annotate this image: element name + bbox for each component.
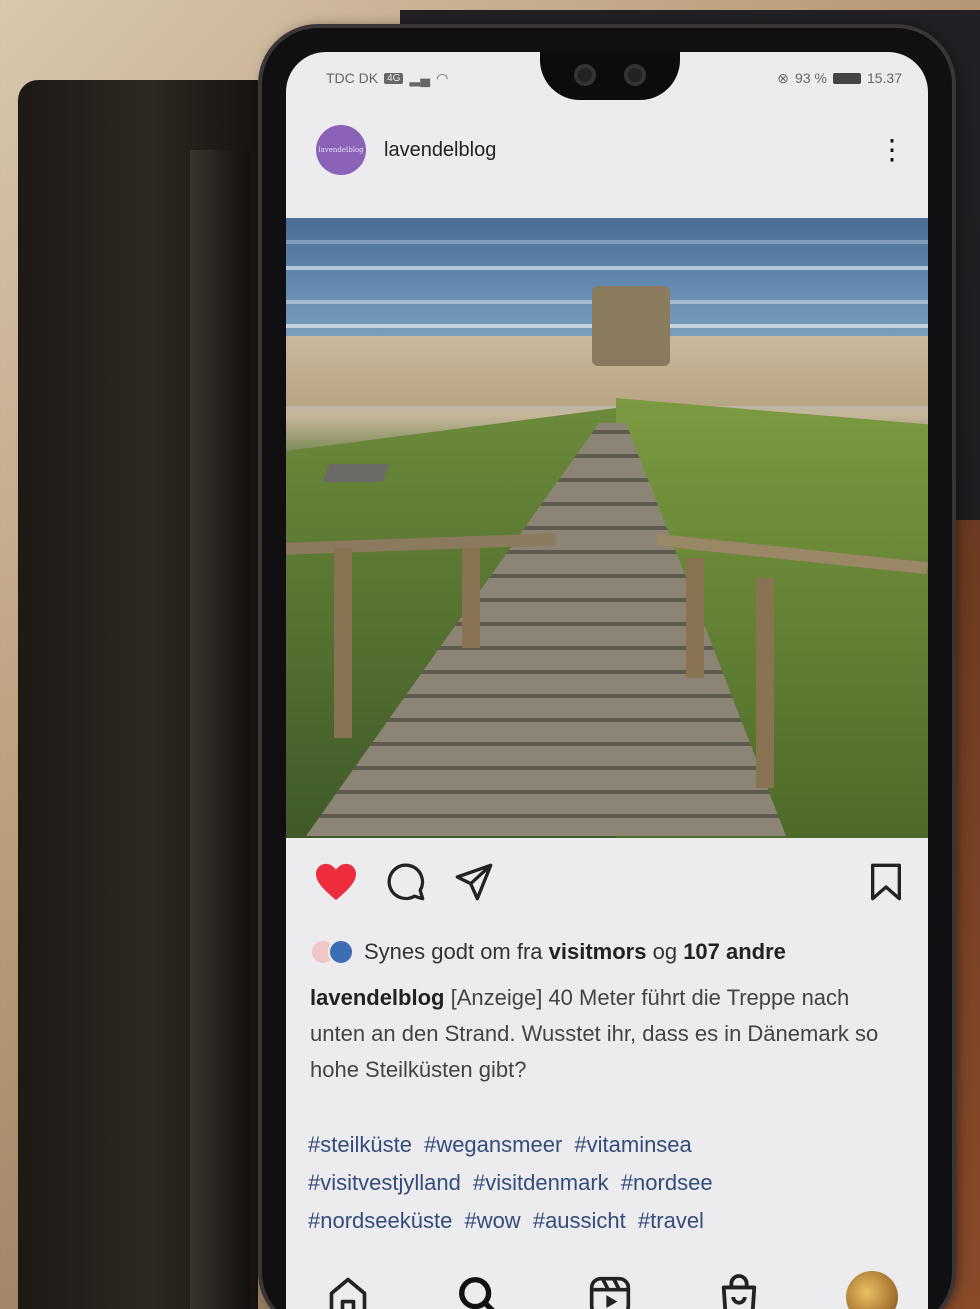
railing-post: [462, 548, 480, 648]
battery-label: 93 %: [795, 70, 827, 86]
network-label: 4G: [384, 72, 404, 84]
phone: TDC DK 4G ▂▄ ◠ ⊗ 93 % 15.37 lavendelblog…: [262, 28, 952, 1309]
camera-notch: [540, 52, 680, 100]
hashtag-link[interactable]: #vitaminsea: [574, 1132, 691, 1157]
post-caption: lavendelblog [Anzeige] 40 Meter führt di…: [310, 980, 910, 1088]
hashtag-link[interactable]: #wegansmeer: [424, 1132, 562, 1157]
search-icon[interactable]: [456, 1274, 502, 1309]
wave: [286, 266, 928, 270]
wifi-icon: ◠: [436, 69, 449, 86]
likes-prefix: Synes godt om fra: [364, 939, 549, 964]
mute-icon: ⊗: [777, 69, 790, 86]
camera-icon: [624, 64, 646, 86]
hashtag-link[interactable]: #travel: [638, 1208, 704, 1233]
phone-screen: TDC DK 4G ▂▄ ◠ ⊗ 93 % 15.37 lavendelblog…: [286, 52, 928, 1309]
reels-icon[interactable]: [588, 1275, 632, 1309]
camera-icon: [574, 64, 596, 86]
liker-username[interactable]: visitmors: [549, 939, 647, 965]
profile-avatar[interactable]: [846, 1271, 898, 1309]
railing-post: [334, 548, 352, 738]
shop-icon[interactable]: [718, 1274, 760, 1309]
battery-icon: [832, 72, 861, 84]
avatar-logo-text: lavendelblog: [318, 146, 364, 154]
caption-username[interactable]: lavendelblog: [310, 985, 444, 1010]
phone-case-edge: [190, 150, 250, 1309]
post-username[interactable]: lavendelblog: [384, 139, 878, 162]
post-photo[interactable]: [286, 218, 928, 838]
railing-post: [756, 578, 774, 788]
hashtag-link[interactable]: #steilküste: [308, 1132, 412, 1157]
bench: [322, 464, 390, 482]
post-actions: [286, 852, 928, 912]
likes-connector: og: [646, 939, 684, 964]
time-label: 15.37: [866, 70, 902, 86]
hashtag-link[interactable]: #aussicht: [533, 1208, 626, 1233]
hashtag-link[interactable]: #wow: [464, 1208, 520, 1233]
railing-post: [686, 558, 704, 678]
more-options-icon[interactable]: ⋮: [878, 136, 906, 164]
signal-icon: ▂▄: [409, 69, 431, 86]
hashtag-link[interactable]: #visitdenmark: [473, 1170, 609, 1195]
comment-icon[interactable]: [386, 862, 426, 902]
liker-avatars: [310, 939, 354, 965]
carrier-label: TDC DK: [326, 70, 379, 86]
send-icon[interactable]: [454, 862, 494, 902]
bookmark-icon[interactable]: [868, 862, 904, 902]
bottom-navigation: [286, 1262, 928, 1309]
avatar[interactable]: lavendelblog: [316, 125, 366, 175]
post-header: lavendelblog lavendelblog ⋮: [286, 114, 928, 186]
wave: [286, 240, 928, 244]
likes-others[interactable]: 107 andre: [683, 939, 786, 965]
rock-structure: [592, 286, 670, 366]
hashtag-link[interactable]: #visitvestjylland: [308, 1170, 461, 1195]
hashtag-list: #steilküste #wegansmeer #vitaminsea #vis…: [308, 1126, 908, 1240]
home-icon[interactable]: [326, 1275, 370, 1309]
heart-icon[interactable]: [314, 862, 358, 902]
hashtag-link[interactable]: #nordseeküste: [308, 1208, 452, 1233]
hashtag-link[interactable]: #nordsee: [621, 1170, 713, 1195]
likes-summary[interactable]: Synes godt om fra visitmors og 107 andre: [310, 932, 910, 972]
avatar: [328, 939, 354, 965]
